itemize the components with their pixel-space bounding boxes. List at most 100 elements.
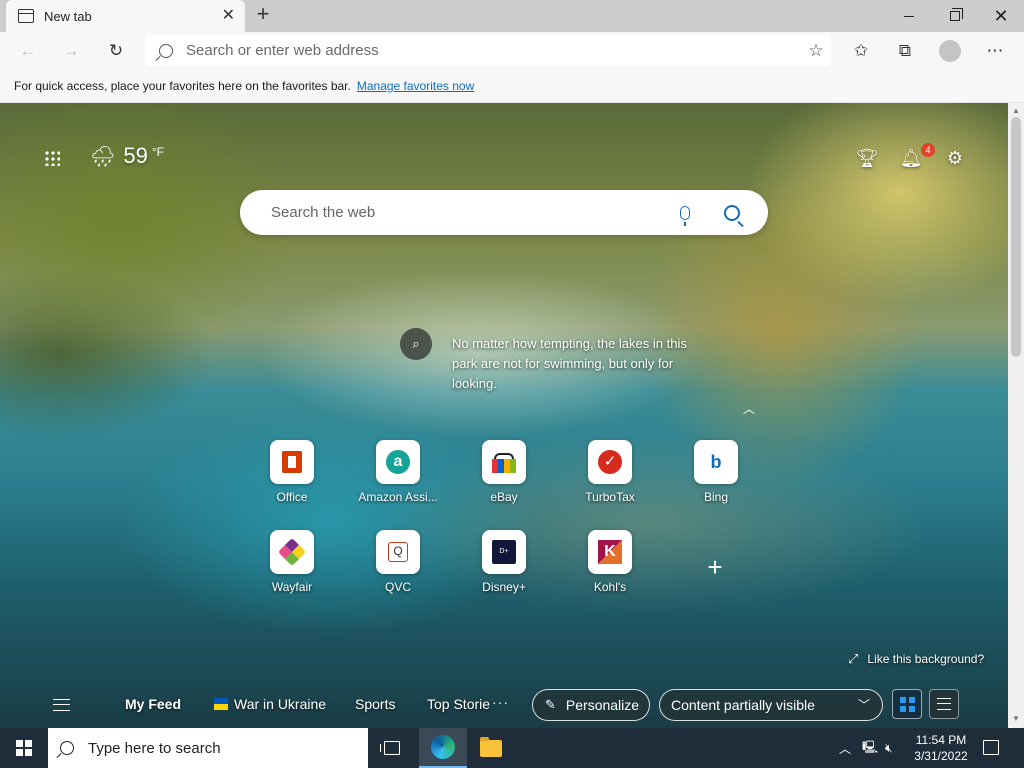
- feed-tab-top-stories[interactable]: Top Storie: [427, 696, 490, 712]
- quick-link-qvc[interactable]: Q QVC: [358, 530, 438, 594]
- favorites-bar: For quick access, place your favorites h…: [0, 70, 1024, 103]
- collections-button[interactable]: ⧉: [891, 38, 919, 64]
- new-tab-page: 🌧 59 °F 🏆︎ 🔔︎ 4 ⚙ Search the web ⌕ No ma…: [0, 103, 1008, 728]
- page-settings-gear-icon[interactable]: ⚙: [944, 147, 966, 169]
- content-visibility-value: Content partially visible: [671, 697, 815, 713]
- add-favorite-star-icon[interactable]: ☆: [801, 41, 831, 61]
- ebay-shopping-bag-icon: [482, 440, 526, 484]
- quick-link-label: Kohl's: [593, 580, 627, 594]
- list-icon: [937, 698, 951, 710]
- new-tab-page-icon: [18, 9, 34, 23]
- rewards-trophy-icon[interactable]: 🏆︎: [856, 147, 879, 169]
- quick-link-label: Wayfair: [271, 580, 313, 594]
- like-background-button[interactable]: ⤢ Like this background?: [848, 651, 984, 667]
- feed-tab-sports[interactable]: Sports: [355, 696, 395, 712]
- add-quick-link-plus-icon[interactable]: +: [703, 554, 727, 580]
- back-button[interactable]: ←: [14, 38, 42, 64]
- chevron-down-icon: ﹀: [857, 698, 870, 712]
- quick-link-wayfair[interactable]: Wayfair: [252, 530, 332, 594]
- quick-link-office[interactable]: Office: [252, 440, 332, 504]
- web-search-box[interactable]: Search the web: [240, 190, 768, 235]
- quick-link-amazon[interactable]: a Amazon Assi...: [358, 440, 438, 504]
- weather-unit: °F: [151, 145, 165, 159]
- web-search-input[interactable]: Search the web: [271, 204, 680, 221]
- pencil-icon: ✎: [545, 697, 556, 712]
- content-visibility-dropdown[interactable]: Content partially visible ﹀: [659, 689, 883, 721]
- voice-search-mic-icon[interactable]: [680, 205, 690, 226]
- task-view-button[interactable]: [368, 728, 416, 768]
- scrollbar-thumb[interactable]: [1011, 117, 1021, 357]
- search-icon: [60, 741, 74, 755]
- clock-time: 11:54 PM: [915, 733, 967, 747]
- restore-button[interactable]: [932, 0, 978, 32]
- minimize-icon: [904, 15, 914, 17]
- quick-link-turbotax[interactable]: ✓ TurboTax: [570, 440, 650, 504]
- grid-view-button[interactable]: [892, 689, 922, 719]
- wayfair-icon: [270, 530, 314, 574]
- restore-icon: [950, 8, 963, 21]
- windows-taskbar: Type here to search ︿ 🖳 🔇︎ 11:54 PM 3/31…: [0, 728, 1024, 768]
- address-input[interactable]: Search or enter web address: [186, 42, 801, 59]
- web-search-icon[interactable]: [724, 204, 740, 221]
- manage-favorites-link[interactable]: Manage favorites now: [357, 79, 474, 93]
- taskbar-search-input[interactable]: Type here to search: [88, 740, 221, 757]
- close-window-button[interactable]: ✕: [978, 0, 1024, 32]
- taskbar-edge-button[interactable]: [419, 728, 467, 768]
- avatar: [939, 40, 961, 62]
- favorites-bar-message: For quick access, place your favorites h…: [14, 79, 351, 93]
- tab-close-icon[interactable]: ✕: [222, 8, 235, 24]
- refresh-button[interactable]: ↻: [102, 38, 130, 64]
- feed-tab-my-feed[interactable]: My Feed: [125, 696, 181, 712]
- grid-icon: [899, 696, 915, 712]
- quick-link-disney-plus[interactable]: D+ Disney+: [464, 530, 544, 594]
- collapse-chevron-up-icon[interactable]: ︿: [743, 400, 755, 417]
- task-view-icon: [380, 741, 400, 755]
- app-launcher-icon[interactable]: [44, 150, 60, 166]
- forward-button[interactable]: →: [57, 38, 85, 64]
- feed-menu-hamburger-icon[interactable]: [53, 699, 70, 711]
- notification-count-badge: 4: [921, 143, 935, 157]
- quick-link-label: QVC: [384, 580, 411, 594]
- quick-link-label: Amazon Assi...: [358, 490, 438, 504]
- volume-muted-icon[interactable]: 🔇︎: [885, 728, 893, 768]
- like-background-label: Like this background?: [867, 652, 985, 666]
- action-center-icon[interactable]: [983, 740, 999, 755]
- tab-new-tab[interactable]: New tab ✕: [6, 0, 245, 32]
- notifications-bell-icon[interactable]: 🔔︎: [900, 147, 923, 169]
- quick-link-label: Bing: [703, 490, 729, 504]
- settings-and-more-button[interactable]: ⋯: [981, 38, 1009, 64]
- address-bar[interactable]: Search or enter web address ☆: [145, 35, 831, 66]
- favorites-button[interactable]: ✩: [847, 38, 875, 64]
- page-scrollbar[interactable]: ▲ ▼: [1008, 103, 1024, 728]
- feed-more-button[interactable]: ···: [492, 694, 509, 710]
- network-icon[interactable]: 🖳: [862, 728, 878, 768]
- expand-arrows-icon: ⤢: [848, 651, 859, 666]
- taskbar-file-explorer-button[interactable]: [467, 728, 515, 768]
- ukraine-flag-icon: [214, 698, 228, 710]
- minimize-button[interactable]: [886, 0, 932, 32]
- office-icon: [270, 440, 314, 484]
- edge-browser-icon: [431, 735, 455, 759]
- feed-tab-war-in-ukraine[interactable]: War in Ukraine: [214, 696, 326, 712]
- list-view-button[interactable]: [929, 689, 959, 719]
- weather-widget[interactable]: 🌧 59 °F: [90, 143, 164, 169]
- feed-tab-label: War in Ukraine: [234, 696, 327, 712]
- quick-link-ebay[interactable]: eBay: [464, 440, 544, 504]
- start-button[interactable]: [0, 728, 48, 768]
- windows-logo-icon: [16, 740, 32, 756]
- image-info-button[interactable]: ⌕: [400, 328, 432, 360]
- quick-link-label: eBay: [490, 490, 518, 504]
- scroll-up-arrow-icon[interactable]: ▲: [1012, 106, 1020, 115]
- new-tab-button[interactable]: +: [251, 3, 275, 27]
- background-image-caption[interactable]: No matter how tempting, the lakes in thi…: [452, 334, 712, 394]
- taskbar-search-box[interactable]: Type here to search: [48, 728, 368, 768]
- system-clock[interactable]: 11:54 PM 3/31/2022: [912, 732, 970, 764]
- scroll-down-arrow-icon[interactable]: ▼: [1012, 714, 1020, 723]
- quick-link-bing[interactable]: b Bing: [676, 440, 756, 504]
- quick-link-kohls[interactable]: K Kohl's: [570, 530, 650, 594]
- profile-button[interactable]: [936, 38, 964, 64]
- tab-strip: New tab ✕ + ✕: [0, 0, 1024, 32]
- show-hidden-icons-chevron-icon[interactable]: ︿: [839, 728, 851, 768]
- personalize-button[interactable]: ✎ Personalize: [532, 689, 650, 721]
- feed-navigation: My Feed War in Ukraine Sports Top Storie…: [0, 685, 1008, 725]
